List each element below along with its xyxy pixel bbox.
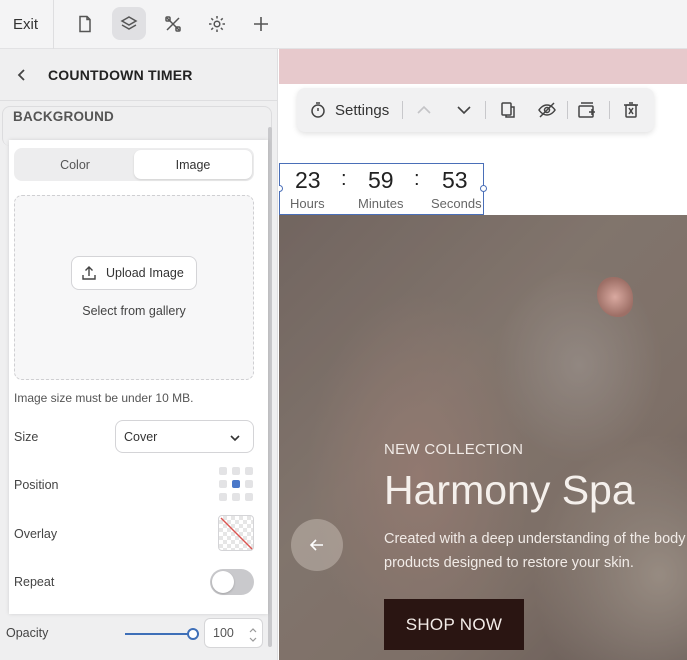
panel-header: COUNTDOWN TIMER	[0, 49, 278, 101]
upload-image-button[interactable]: Upload Image	[71, 256, 197, 290]
position-cell-top-center[interactable]	[232, 467, 240, 475]
size-select[interactable]: Cover	[115, 420, 254, 453]
toolbar-divider	[402, 101, 403, 119]
position-cell-top-left[interactable]	[219, 467, 227, 475]
repeat-toggle[interactable]	[210, 569, 254, 595]
hero-banner: NEW COLLECTION Harmony Spa Created with …	[279, 215, 687, 660]
opacity-value: 100	[213, 626, 234, 640]
image-size-hint: Image size must be under 10 MB.	[14, 391, 194, 405]
countdown-hours: 23	[295, 167, 321, 193]
countdown-minutes-label: Minutes	[358, 196, 404, 211]
chevron-down-icon[interactable]	[248, 635, 258, 645]
layers-button[interactable]	[112, 7, 146, 40]
bg-type-toggle: Color Image	[14, 148, 254, 181]
position-label: Position	[14, 478, 59, 492]
countdown-seconds: 53	[442, 167, 468, 193]
duplicate-icon[interactable]	[498, 100, 518, 120]
opacity-label: Opacity	[6, 626, 49, 640]
repeat-label: Repeat	[14, 575, 55, 589]
arrow-left-icon	[309, 539, 323, 551]
opacity-slider-thumb[interactable]	[187, 628, 199, 640]
add-section-icon[interactable]	[577, 100, 597, 120]
top-banner-strip	[279, 49, 687, 84]
panel-scrollbar[interactable]	[268, 127, 272, 647]
size-value: Cover	[124, 430, 158, 444]
chevron-up-icon[interactable]	[414, 100, 434, 120]
position-cell-bottom-left[interactable]	[219, 493, 227, 501]
position-cell-center[interactable]	[232, 480, 240, 488]
position-cell-top-right[interactable]	[245, 467, 253, 475]
tab-color[interactable]: Color	[16, 150, 134, 179]
element-settings-button[interactable]: Settings	[335, 102, 389, 119]
opacity-slider-track[interactable]	[125, 633, 193, 635]
eye-off-icon[interactable]	[537, 100, 557, 120]
position-cell-middle-right[interactable]	[245, 480, 253, 488]
layers-icon	[120, 15, 138, 30]
section-label: BACKGROUND	[13, 109, 114, 124]
trash-icon[interactable]	[621, 100, 641, 120]
position-cell-middle-left[interactable]	[219, 480, 227, 488]
position-cell-bottom-center[interactable]	[232, 493, 240, 501]
tools-icon	[165, 15, 181, 32]
design-tools-button[interactable]	[156, 7, 190, 40]
page-icon	[79, 15, 91, 32]
carousel-prev-button[interactable]	[291, 519, 343, 571]
upload-image-label: Upload Image	[106, 266, 184, 280]
select-from-gallery-link[interactable]: Select from gallery	[15, 304, 253, 318]
toggle-knob	[212, 571, 234, 593]
image-dropzone[interactable]: Upload Image Select from gallery	[14, 195, 254, 380]
countdown-separator: :	[341, 168, 347, 190]
gear-icon	[209, 15, 225, 32]
countdown-seconds-label: Seconds	[431, 196, 482, 211]
countdown-separator: :	[414, 168, 420, 190]
hero-headline: Harmony Spa	[384, 467, 635, 513]
timer-icon	[311, 102, 325, 118]
hero-eyebrow: NEW COLLECTION	[384, 441, 524, 458]
toolbar-divider	[567, 101, 568, 119]
exit-button[interactable]: Exit	[13, 16, 38, 33]
size-label: Size	[14, 430, 39, 444]
chevron-left-icon[interactable]	[14, 67, 30, 83]
add-button[interactable]	[244, 7, 278, 40]
chevron-down-icon	[230, 435, 240, 442]
overlay-label: Overlay	[14, 527, 58, 541]
overlay-color-swatch[interactable]	[218, 515, 254, 551]
editor-canvas[interactable]: SERENE 23 : 59 : 53 Hours Minutes Second…	[279, 49, 687, 660]
pages-button[interactable]	[68, 7, 102, 40]
toolbar-divider	[609, 101, 610, 119]
countdown-hours-label: Hours	[290, 196, 325, 211]
chevron-down-icon[interactable]	[454, 100, 474, 120]
countdown-minutes: 59	[368, 167, 394, 193]
position-grid[interactable]	[219, 467, 255, 503]
opacity-input[interactable]: 100	[204, 618, 263, 648]
panel-title: COUNTDOWN TIMER	[48, 67, 193, 83]
hero-subtext: Created with a deep understanding of the…	[384, 527, 686, 575]
position-cell-bottom-right[interactable]	[245, 493, 253, 501]
tab-image[interactable]: Image	[134, 150, 252, 179]
resize-handle-right[interactable]	[480, 185, 487, 192]
element-toolbar: Settings	[297, 88, 654, 132]
shop-now-button[interactable]: SHOP NOW	[384, 599, 524, 650]
chevron-up-icon[interactable]	[248, 625, 258, 635]
plus-icon	[254, 16, 268, 31]
top-toolbar: Exit	[0, 0, 687, 49]
settings-button[interactable]	[200, 7, 234, 40]
hero-subtext-line: Created with a deep understanding of the…	[384, 531, 686, 547]
background-image-popup: Color Image Upload Image Select from gal…	[9, 140, 268, 614]
upload-icon	[82, 266, 96, 280]
toolbar-divider	[53, 0, 54, 49]
no-color-icon	[220, 517, 253, 550]
hero-subtext-line: products designed to restore your skin.	[384, 555, 634, 571]
toolbar-divider	[485, 101, 486, 119]
